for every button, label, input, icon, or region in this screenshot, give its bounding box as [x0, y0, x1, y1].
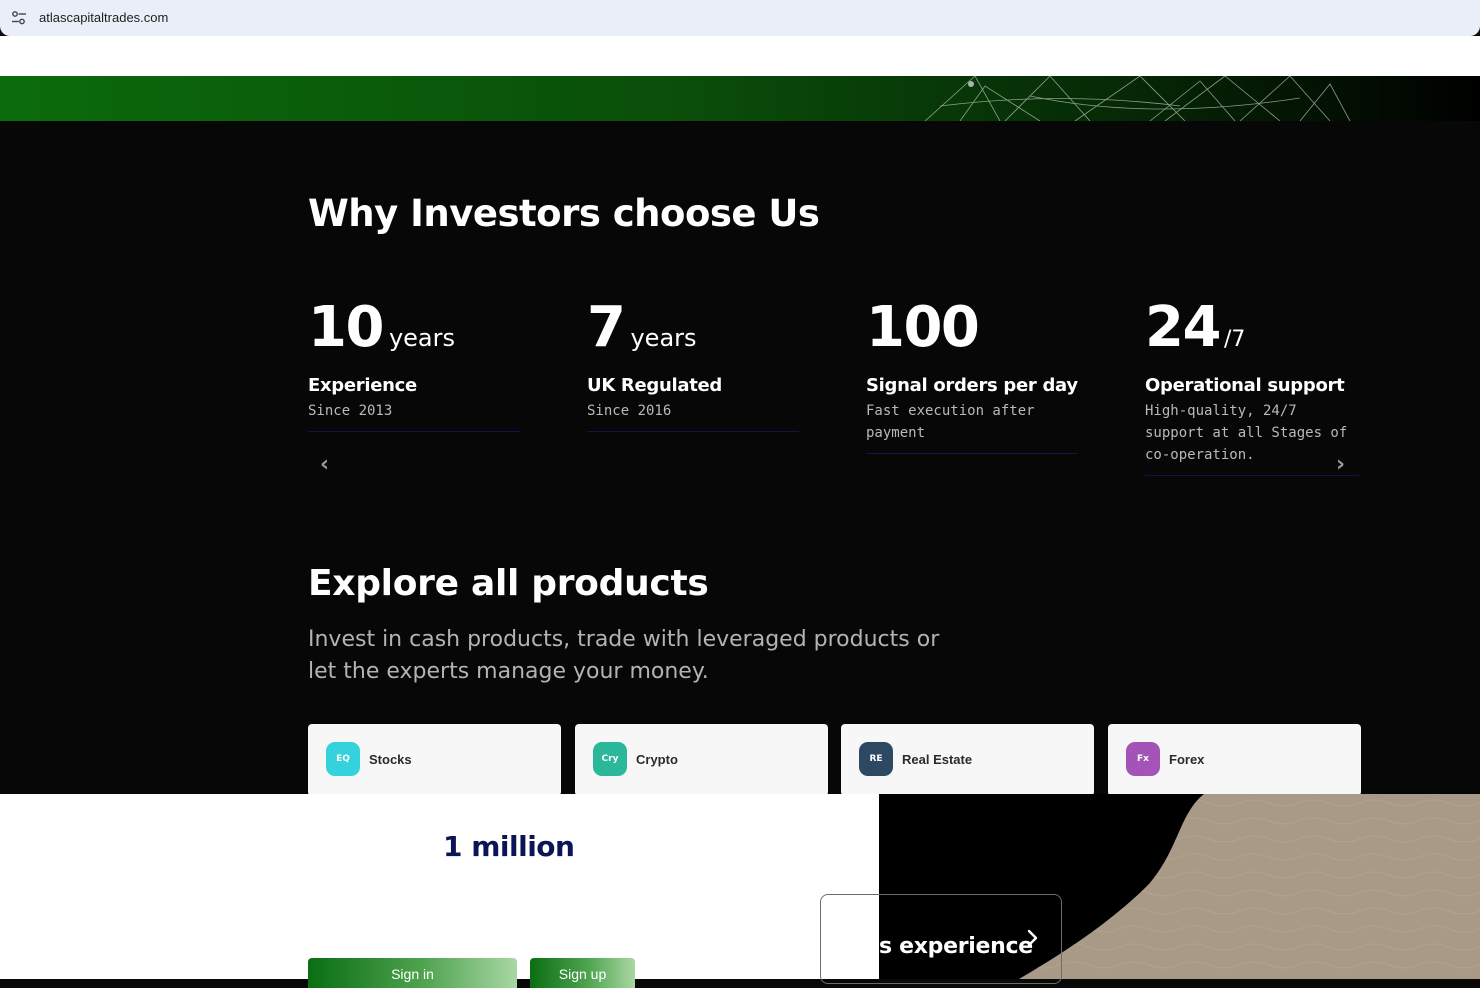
stat-divider	[308, 431, 520, 432]
address-bar[interactable]: atlascapitaltrades.com	[0, 0, 1480, 36]
carousel-prev-button[interactable]: ‹	[320, 452, 329, 477]
stat-experience: 10 years Experience Since 2013	[308, 295, 520, 432]
stat-value-row: 100	[866, 295, 1078, 361]
product-name: Crypto	[636, 752, 678, 767]
stat-sub: High-quality, 24/7 support at all Stages…	[1145, 403, 1348, 463]
why-title: Why Investors choose Us	[308, 192, 820, 235]
stat-sub: Since 2016	[587, 403, 672, 419]
product-card-forex[interactable]: Fx Forex	[1108, 724, 1361, 796]
stat-value: 100	[866, 295, 980, 360]
stat-label: UK Regulated	[587, 375, 723, 396]
product-card-crypto[interactable]: Cry Crypto	[575, 724, 828, 796]
stat-uk-regulated: 7 years UK Regulated Since 2016	[587, 295, 799, 432]
product-name: Stocks	[369, 752, 412, 767]
stat-sub: Since 2013	[308, 403, 393, 419]
crypto-badge-icon: Cry	[593, 742, 627, 776]
stat-unit: years	[388, 324, 455, 352]
header-strip	[0, 36, 1480, 76]
stat-divider	[1145, 475, 1359, 476]
stat-sub: Fast execution after payment	[866, 403, 1035, 441]
stat-value: 7	[587, 295, 626, 360]
million-stat: 1 million	[443, 830, 575, 863]
site-settings-icon[interactable]	[10, 9, 28, 27]
stat-label: Experience	[308, 375, 417, 396]
chevron-right-icon[interactable]	[1025, 928, 1041, 948]
stat-value-row: 10 years	[308, 295, 520, 361]
stat-value-row: 24/7	[1145, 295, 1359, 361]
product-name: Real Estate	[902, 752, 973, 767]
explore-title: Explore all products	[308, 563, 709, 604]
carousel-next-button[interactable]: ›	[1336, 452, 1345, 477]
url-text[interactable]: atlascapitaltrades.com	[39, 10, 168, 25]
product-card-stocks[interactable]: EQ Stocks	[308, 724, 561, 796]
stat-value-row: 7 years	[587, 295, 799, 361]
sign-in-button[interactable]: Sign in	[308, 958, 517, 988]
experience-link-text[interactable]: s experience	[879, 934, 1033, 959]
stat-value: 24	[1145, 295, 1221, 360]
stat-operational-support: 24/7 Operational support High-quality, 2…	[1145, 295, 1359, 476]
explore-description: Invest in cash products, trade with leve…	[308, 627, 940, 684]
real-estate-badge-icon: RE	[859, 742, 893, 776]
sign-up-button[interactable]: Sign up	[530, 958, 635, 988]
stat-label: Operational support	[1145, 375, 1345, 396]
overlay-panel	[0, 794, 879, 979]
stat-unit: years	[630, 324, 697, 352]
stat-label: Signal orders per day	[866, 375, 1078, 396]
hero-banner	[0, 76, 1480, 121]
stat-value: 10	[308, 295, 384, 360]
stat-unit: /7	[1223, 327, 1246, 352]
product-card-real-estate[interactable]: RE Real Estate	[841, 724, 1094, 796]
stat-signal-orders: 100 Signal orders per day Fast execution…	[866, 295, 1078, 454]
product-name: Forex	[1169, 752, 1205, 767]
network-lines-graphic	[924, 76, 1351, 121]
forex-badge-icon: Fx	[1126, 742, 1160, 776]
stocks-badge-icon: EQ	[326, 742, 360, 776]
stat-divider	[866, 453, 1078, 454]
stat-divider	[587, 431, 799, 432]
